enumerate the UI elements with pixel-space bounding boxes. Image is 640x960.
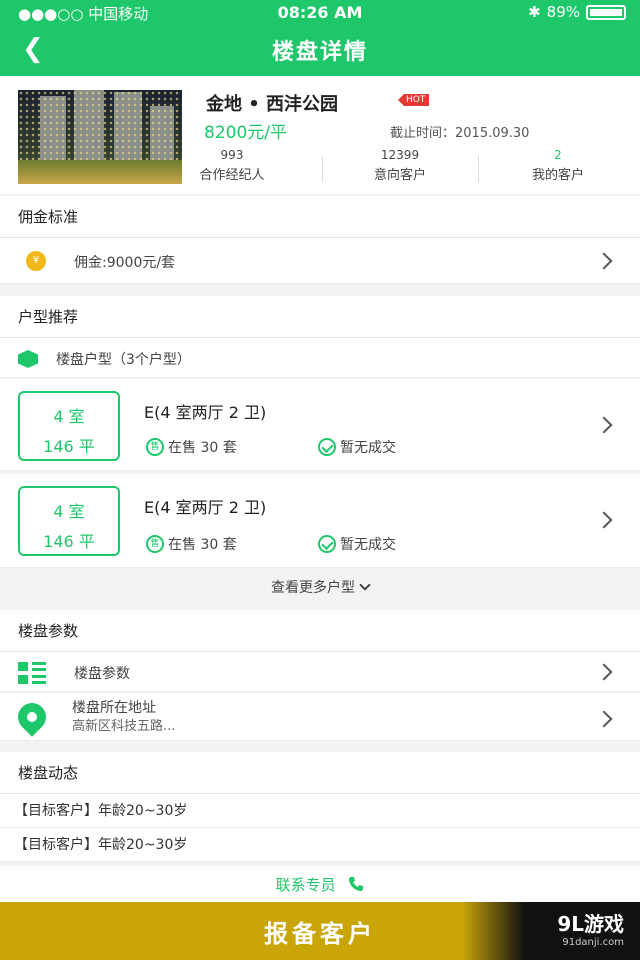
phone-icon	[349, 877, 364, 891]
property-header: 金地 • 西沣公园 HOT 8200元/平 截止时间：2015.09.30 99…	[0, 76, 640, 194]
deadline-text: 截止时间：2015.09.30	[390, 126, 530, 141]
unit-rooms: 4 室	[53, 502, 85, 521]
watermark-sub: 91danji.com	[562, 937, 624, 948]
on-sale-badge: 售 在售 30 套	[146, 534, 237, 554]
contact-label: 联系专员	[275, 876, 336, 894]
more-units-button[interactable]: 查看更多户型	[0, 568, 640, 608]
params-row[interactable]: 楼盘参数	[0, 652, 640, 692]
battery-icon	[586, 4, 626, 20]
divider	[322, 156, 323, 182]
section-title-news: 楼盘动态	[0, 752, 640, 794]
units-header-text: 楼盘户型（3个户型）	[56, 352, 191, 368]
sale-icon: 售	[146, 438, 164, 456]
stat-my-clients[interactable]: 2 我的客户	[488, 148, 628, 183]
unit-item[interactable]: 4 室 146 平 E(4 室两厅 2 卫) 售 在售 30 套 暂无成交	[0, 474, 640, 568]
more-units-label: 查看更多户型	[271, 580, 355, 596]
status-bar: ●●●○○ 中国移动 08:26 AM ✱ 89%	[0, 0, 640, 24]
check-circle-icon	[318, 438, 336, 456]
deal-badge: 暂无成交	[318, 437, 396, 457]
chevron-right-icon	[595, 663, 613, 681]
watermark-main: 9L游戏	[557, 912, 624, 936]
on-sale-text: 在售 30 套	[168, 537, 237, 553]
report-client-button[interactable]: 报备客户 9L游戏 91danji.com	[0, 902, 640, 960]
unit-size-box: 4 室 146 平	[18, 391, 120, 461]
property-image[interactable]	[18, 90, 182, 184]
unit-name: E(4 室两厅 2 卫)	[144, 403, 267, 422]
property-price: 8200元/平	[204, 123, 287, 143]
bluetooth-icon: ✱	[528, 3, 541, 21]
chevron-right-icon	[595, 511, 613, 529]
unit-area: 146 平	[43, 437, 95, 456]
top-bar: ●●●○○ 中国移动 08:26 AM ✱ 89% ❮ 楼盘详情	[0, 0, 640, 76]
chevron-down-icon	[359, 579, 371, 591]
stat-number: 12399	[380, 148, 420, 162]
on-sale-badge: 售 在售 30 套	[146, 437, 237, 457]
section-title-units: 户型推荐	[0, 296, 640, 338]
chevron-right-icon	[595, 416, 613, 434]
check-circle-icon	[318, 535, 336, 553]
watermark: 9L游戏 91danji.com	[462, 902, 640, 960]
battery-percent: 89%	[546, 3, 580, 21]
deal-text: 暂无成交	[340, 537, 396, 553]
hot-badge: HOT	[398, 94, 430, 106]
stat-number: 2	[554, 148, 562, 162]
stat-label: 意向客户	[373, 168, 426, 183]
unit-size-box: 4 室 146 平	[18, 486, 120, 556]
sale-icon: 售	[146, 535, 164, 553]
page-title: 楼盘详情	[271, 40, 368, 65]
address-row[interactable]: 楼盘所在地址 高新区科技五路...	[0, 693, 640, 741]
divider	[478, 156, 479, 182]
deal-badge: 暂无成交	[318, 534, 396, 554]
address-label: 楼盘所在地址	[72, 700, 156, 716]
unit-item[interactable]: 4 室 146 平 E(4 室两厅 2 卫) 售 在售 30 套 暂无成交	[0, 379, 640, 471]
news-item[interactable]: 【目标客户】年龄20~30岁	[0, 794, 640, 828]
on-sale-text: 在售 30 套	[168, 440, 237, 456]
stat-agents[interactable]: 993 合作经纪人	[162, 148, 302, 183]
cube-icon	[18, 350, 38, 368]
stat-label: 合作经纪人	[199, 168, 265, 183]
location-pin-icon	[12, 697, 52, 737]
chevron-right-icon	[595, 252, 613, 270]
commission-text: 佣金:9000元/套	[74, 255, 176, 271]
section-title-commission: 佣金标准	[0, 196, 640, 238]
commission-row[interactable]: ¥ 佣金:9000元/套	[0, 238, 640, 284]
section-title-params: 楼盘参数	[0, 610, 640, 652]
stat-intent-clients[interactable]: 12399 意向客户	[330, 148, 470, 183]
stat-label: 我的客户	[531, 168, 584, 183]
stat-number: 993	[220, 148, 244, 162]
contact-agent-button[interactable]: 联系专员	[0, 866, 640, 904]
unit-area: 146 平	[43, 532, 95, 551]
units-header-row: 楼盘户型（3个户型）	[0, 338, 640, 378]
unit-name: E(4 室两厅 2 卫)	[144, 498, 267, 517]
list-icon	[18, 662, 46, 684]
plaza-glow	[18, 160, 182, 184]
money-bag-icon: ¥	[26, 251, 46, 271]
address-value: 高新区科技五路...	[72, 719, 176, 734]
status-right: ✱ 89%	[528, 3, 626, 21]
news-item[interactable]: 【目标客户】年龄20~30岁	[0, 828, 640, 862]
property-name: 金地 • 西沣公园	[206, 94, 339, 115]
unit-rooms: 4 室	[53, 407, 85, 426]
chevron-right-icon	[595, 710, 613, 728]
deal-text: 暂无成交	[340, 440, 396, 456]
params-label: 楼盘参数	[74, 666, 130, 682]
